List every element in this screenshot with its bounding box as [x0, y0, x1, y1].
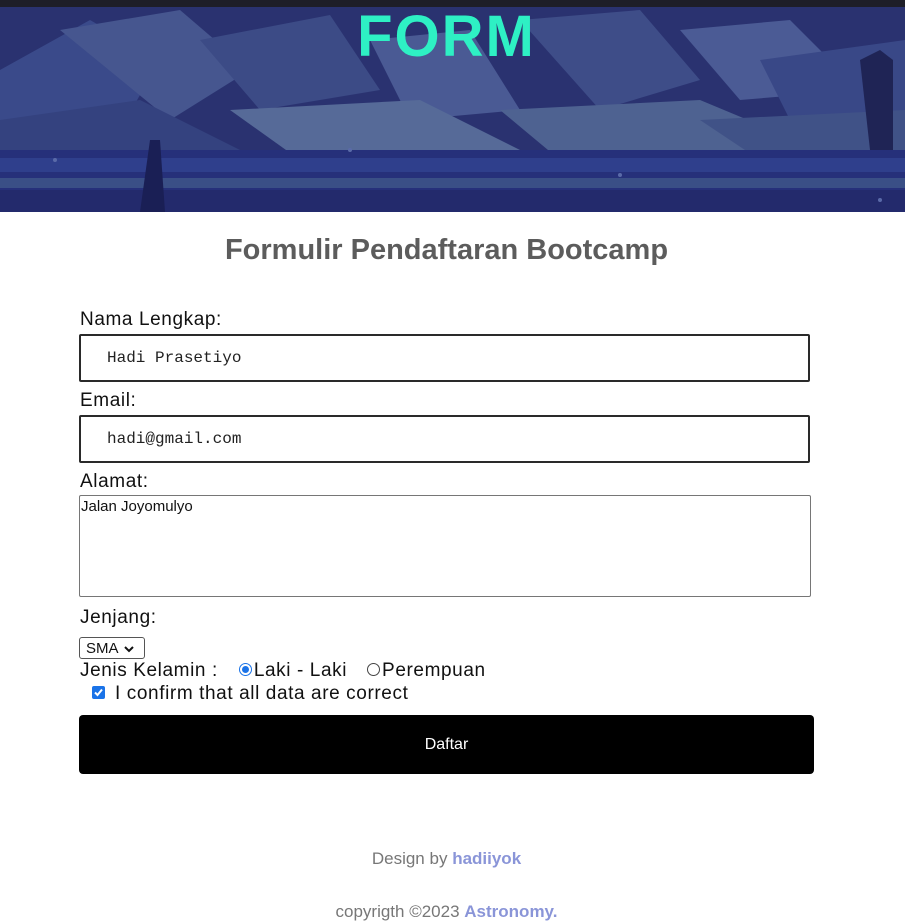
hero-title: FORM [357, 4, 536, 69]
level-select[interactable]: SMA [79, 637, 145, 659]
address-label: Alamat: [80, 471, 149, 492]
chevron-down-icon [123, 642, 135, 654]
footer-copyright: copyrigth ©2023 Astronomy. [0, 902, 893, 922]
email-label: Email: [80, 390, 137, 411]
name-label: Nama Lengkap: [80, 309, 222, 330]
footer-copyright-prefix: copyrigth ©2023 [335, 902, 460, 921]
hero-banner: FORM [0, 0, 905, 212]
footer-design-prefix: Design by [371, 849, 448, 868]
confirm-checkbox[interactable] [92, 685, 105, 699]
submit-button[interactable]: Daftar [79, 715, 814, 774]
gender-label: Jenis Kelamin : [80, 660, 218, 681]
name-input[interactable] [79, 334, 810, 382]
email-input[interactable] [79, 415, 810, 463]
gender-group: Jenis Kelamin : Laki - Laki Perempuan [80, 659, 486, 683]
footer-author-link[interactable]: hadiiyok [452, 849, 521, 868]
gender-radio-male[interactable] [238, 662, 252, 676]
level-label: Jenjang: [80, 607, 157, 628]
gender-radio-female[interactable] [367, 662, 381, 676]
address-textarea[interactable]: Jalan Joyomulyo [79, 495, 811, 597]
footer-design: Design by hadiiyok [0, 849, 893, 869]
level-select-value: SMA [86, 639, 119, 657]
confirm-row: I confirm that all data are correct [92, 682, 408, 706]
confirm-label[interactable]: I confirm that all data are correct [115, 683, 408, 705]
form-title: Formulir Pendaftaran Bootcamp [224, 234, 669, 266]
footer-brand-link[interactable]: Astronomy. [464, 902, 557, 921]
gender-option-female-label[interactable]: Perempuan [382, 660, 486, 682]
gender-option-male-label[interactable]: Laki - Laki [254, 660, 347, 682]
